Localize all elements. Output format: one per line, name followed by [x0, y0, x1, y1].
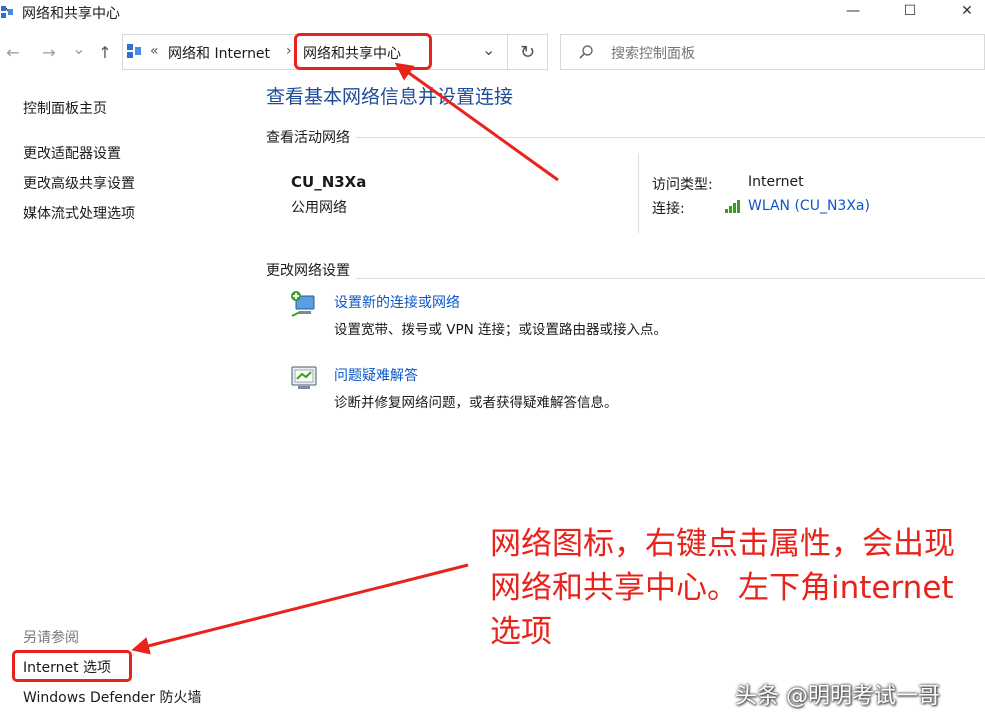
maximize-button[interactable]: ☐ — [887, 0, 933, 22]
annotation-highlight-internet-options — [12, 650, 132, 682]
maximize-icon: ☐ — [903, 3, 917, 19]
access-type-value: Internet — [748, 174, 804, 190]
search-placeholder: 搜索控制面板 — [611, 46, 695, 62]
sidebar-item-adapter-settings[interactable]: 更改适配器设置 — [23, 143, 121, 163]
troubleshoot-description: 诊断并修复网络问题，或者获得疑难解答信息。 — [334, 395, 618, 411]
active-networks-label: 查看活动网络 — [266, 127, 356, 147]
close-button[interactable]: ✕ — [944, 0, 985, 22]
network-center-icon — [0, 4, 14, 20]
breadcrumb-network-internet[interactable]: 网络和 Internet — [168, 43, 270, 63]
network-name: CU_N3Xa — [291, 173, 367, 191]
see-also-heading: 另请参阅 — [23, 630, 79, 646]
page-title: 查看基本网络信息并设置连接 — [266, 86, 514, 108]
minimize-button[interactable]: — — [830, 0, 876, 22]
back-button[interactable]: ← — [2, 40, 24, 64]
breadcrumb-separator[interactable]: › — [286, 43, 292, 59]
wlan-connection-link[interactable]: WLAN (CU_N3Xa) — [748, 198, 870, 214]
see-also-firewall-link[interactable]: Windows Defender 防火墙 — [23, 687, 201, 707]
annotation-highlight-box — [294, 33, 432, 70]
window-title: 网络和共享中心 — [22, 6, 120, 22]
setup-new-connection-link[interactable]: 设置新的连接或网络 — [334, 292, 460, 312]
up-button[interactable]: ↑ — [94, 40, 116, 64]
setup-new-connection-description: 设置宽带、拨号或 VPN 连接；或设置路由器或接入点。 — [334, 322, 668, 338]
close-icon: ✕ — [961, 3, 973, 19]
section-divider — [266, 278, 985, 279]
network-category: 公用网络 — [291, 200, 347, 216]
refresh-icon: ↻ — [519, 41, 536, 63]
sidebar-item-media-streaming[interactable]: 媒体流式处理选项 — [23, 203, 135, 223]
search-icon — [578, 44, 594, 60]
arrow-left-icon: ← — [6, 42, 20, 62]
recent-locations-button[interactable]: ⌄ — [68, 36, 90, 60]
annotation-text: 网络图标，右键点击属性，会出现网络和共享中心。左下角internet选项 — [490, 526, 955, 650]
sidebar-home-link[interactable]: 控制面板主页 — [23, 98, 107, 118]
sidebar-item-advanced-sharing[interactable]: 更改高级共享设置 — [23, 173, 135, 193]
access-type-label: 访问类型: — [652, 177, 713, 193]
forward-button[interactable]: → — [38, 40, 60, 64]
address-dropdown-button[interactable]: ⌄ — [482, 40, 495, 59]
watermark-credit: 头条 @明明考试一哥 — [735, 684, 940, 709]
control-panel-icon — [126, 43, 142, 59]
section-divider — [266, 137, 985, 138]
chevron-down-icon: ⌄ — [482, 40, 496, 59]
connections-label: 连接: — [652, 201, 685, 217]
refresh-button[interactable]: ↻ — [508, 34, 548, 70]
arrow-up-icon: ↑ — [98, 42, 112, 62]
arrow-right-icon: → — [42, 42, 56, 62]
breadcrumb-overflow[interactable]: « — [150, 43, 159, 59]
chevron-down-icon: ⌄ — [72, 38, 86, 58]
wifi-signal-icon — [724, 199, 744, 213]
change-settings-label: 更改网络设置 — [266, 260, 356, 280]
troubleshoot-icon — [290, 363, 322, 395]
new-connection-icon — [290, 290, 322, 322]
troubleshoot-link[interactable]: 问题疑难解答 — [334, 365, 418, 385]
vertical-divider — [638, 153, 639, 233]
minimize-icon: — — [846, 3, 860, 19]
